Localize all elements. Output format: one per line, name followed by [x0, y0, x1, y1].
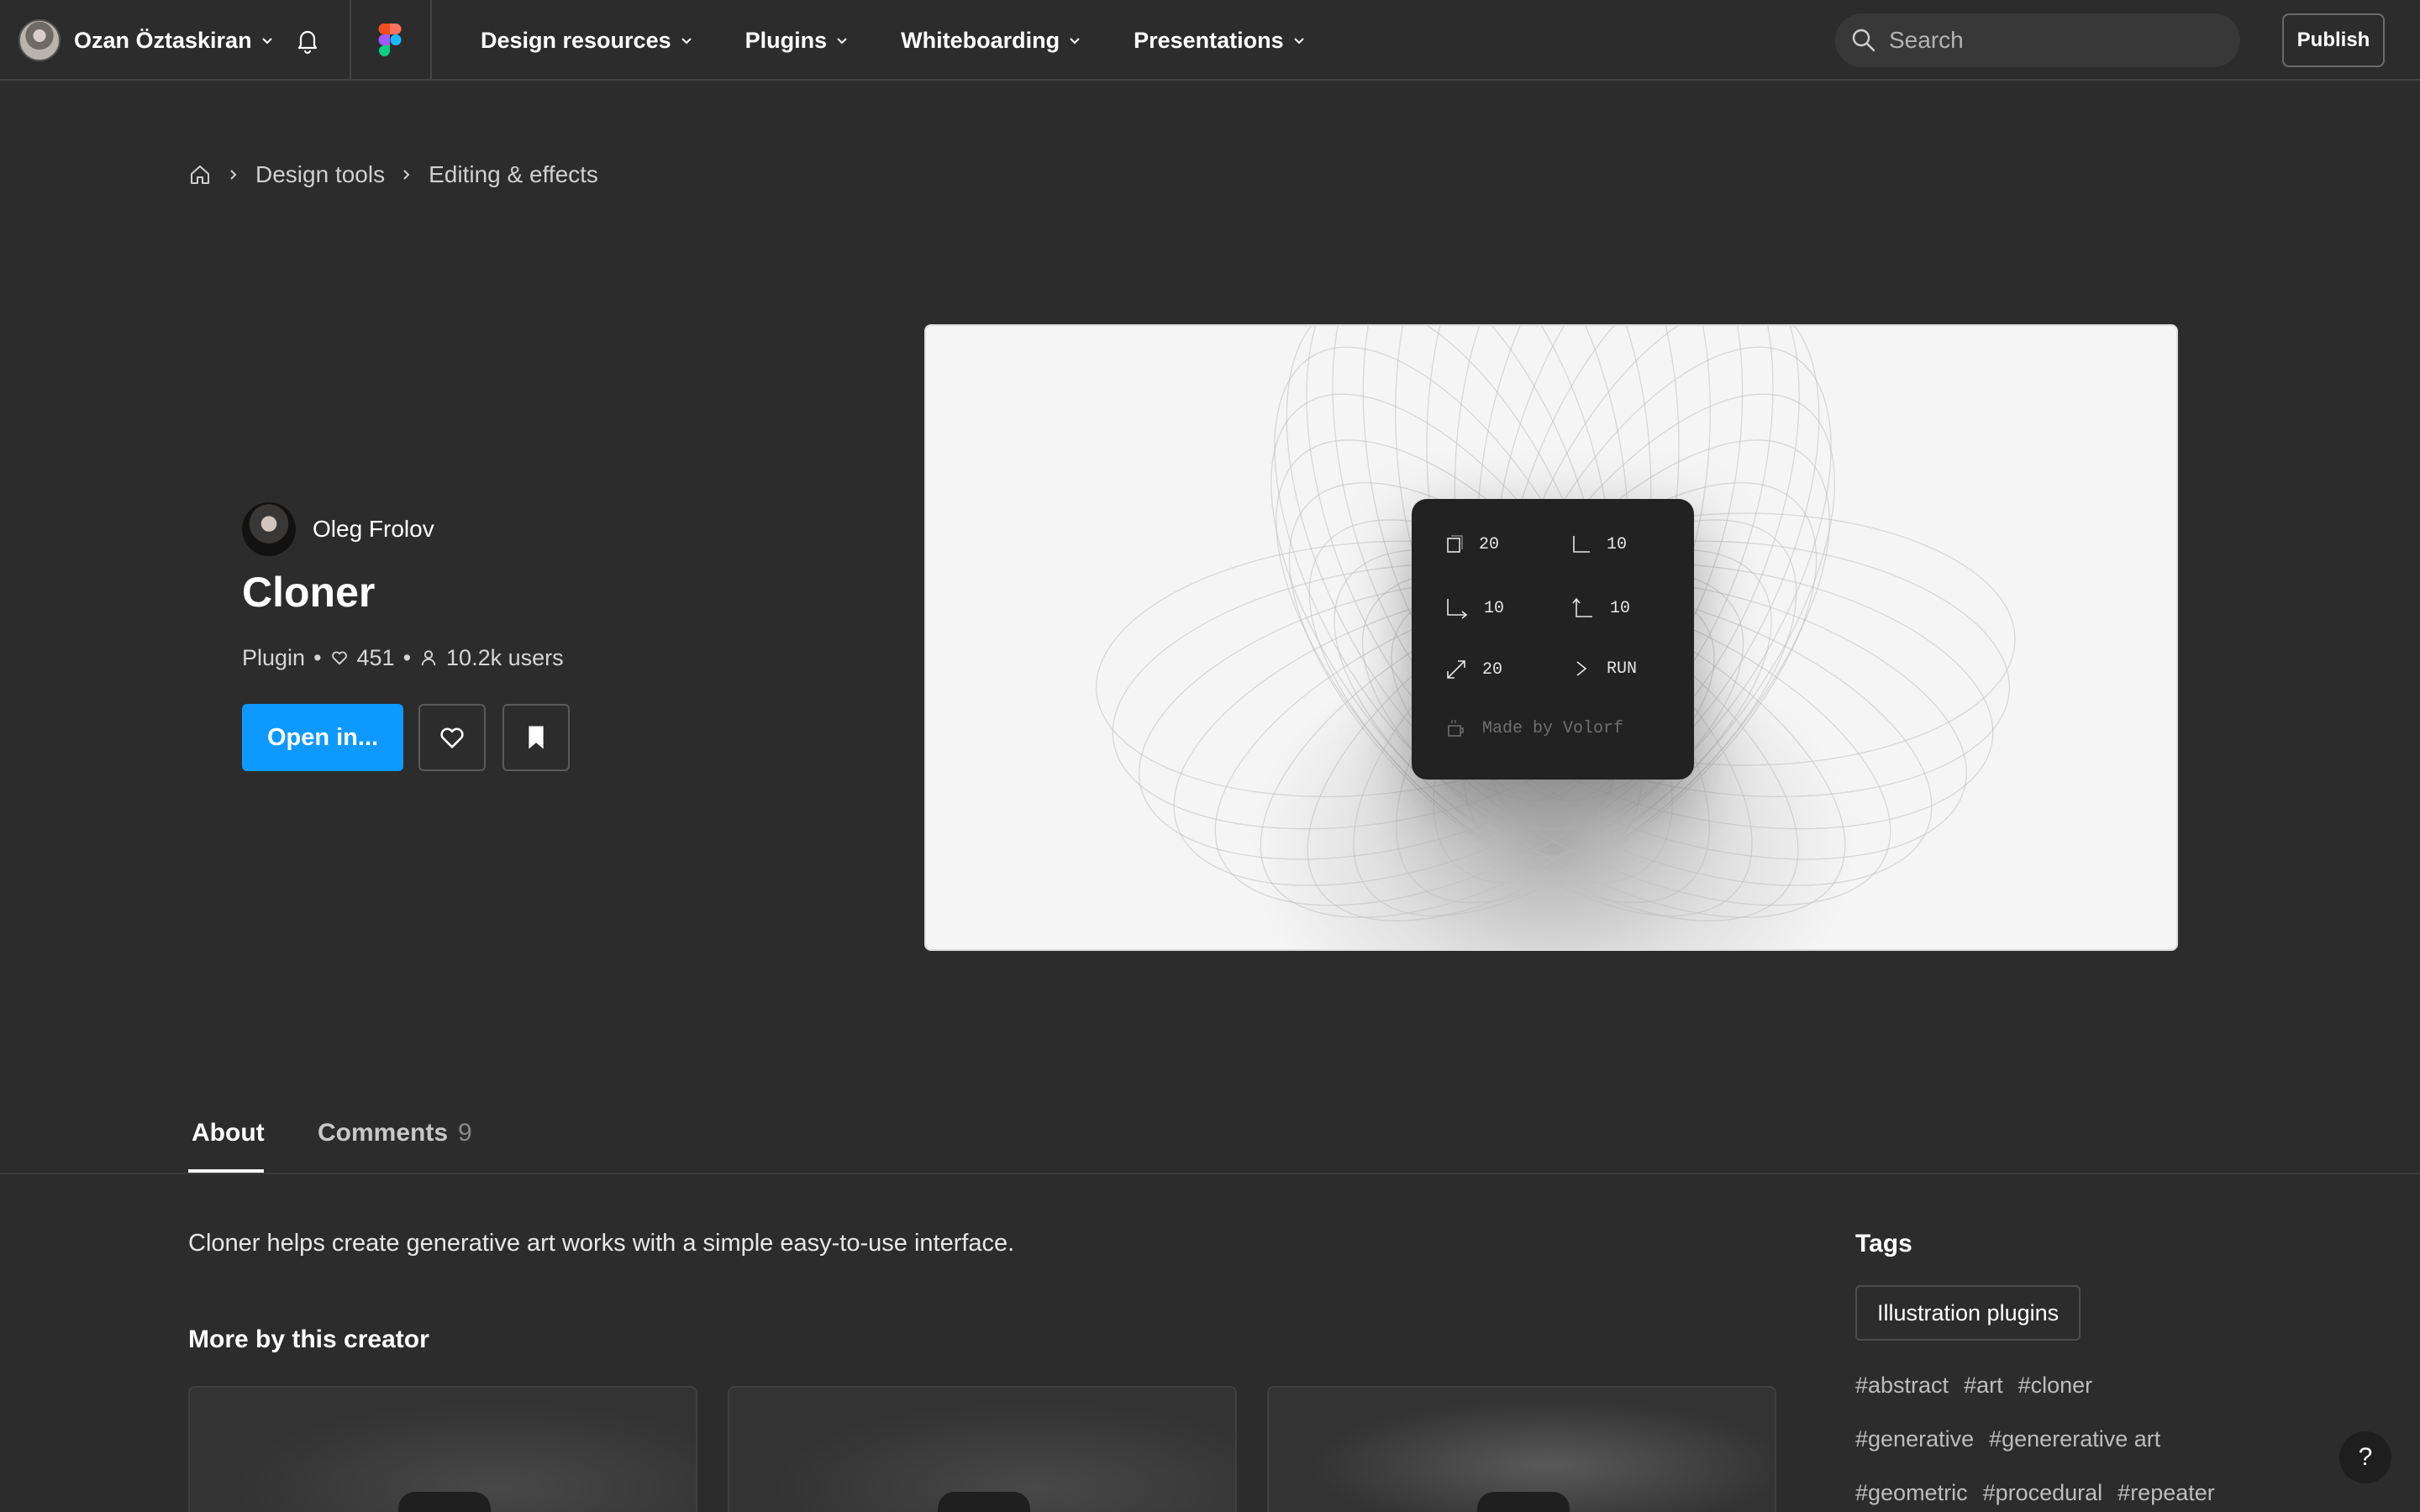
card-thumbnail-panel: [398, 1492, 491, 1512]
chevron-right-icon: [403, 170, 410, 180]
chevron-down-icon: [261, 38, 272, 45]
bookmark-button[interactable]: [502, 704, 570, 771]
run-button[interactable]: RUN: [1571, 659, 1637, 679]
content-tabs: About Comments 9: [0, 1095, 2420, 1174]
hashtag-link[interactable]: #generative: [1855, 1426, 1974, 1452]
tags-title: Tags: [1855, 1230, 1912, 1257]
chevron-right-icon: [230, 170, 237, 180]
hashtag-link[interactable]: #art: [1964, 1373, 2003, 1399]
made-by-credit[interactable]: Made by Volorf: [1445, 717, 1623, 739]
user-icon: [421, 650, 436, 666]
breadcrumb-editing-effects[interactable]: Editing & effects: [429, 161, 598, 188]
hashtag-link[interactable]: #procedural: [1983, 1480, 2103, 1506]
separator-dot: •: [313, 644, 322, 670]
scale-control[interactable]: 20: [1445, 659, 1502, 680]
bell-icon[interactable]: [292, 25, 323, 55]
nav-divider: [350, 0, 351, 81]
hashtag-link[interactable]: #geometric: [1855, 1480, 1968, 1506]
offset-x-control[interactable]: 10: [1445, 596, 1504, 620]
plugin-meta: Plugin • 451 • 10.2k users: [242, 642, 564, 674]
chevron-down-icon: [681, 38, 692, 45]
search-box[interactable]: [1835, 13, 2240, 67]
play-chevron-icon: [1576, 661, 1587, 676]
angle-control[interactable]: 10: [1571, 534, 1627, 554]
menu-plugins[interactable]: Plugins: [745, 28, 850, 54]
creator-resource-card[interactable]: [188, 1386, 697, 1512]
plugin-title: Cloner: [242, 569, 376, 616]
heart-icon: [331, 651, 347, 665]
breadcrumb-design-tools[interactable]: Design tools: [255, 161, 385, 188]
tab-comments[interactable]: Comments 9: [318, 1119, 472, 1147]
creator-resource-card[interactable]: [728, 1386, 1237, 1512]
main-menu: Design resources Plugins Whiteboarding P…: [481, 0, 1358, 81]
hashtag-link[interactable]: #genererative art: [1989, 1426, 2160, 1452]
figma-logo-icon[interactable]: [378, 24, 402, 57]
comments-count: 9: [458, 1119, 472, 1147]
active-tab-indicator: [188, 1169, 264, 1173]
hashtag-row: #abstract #art #cloner: [1855, 1373, 2107, 1399]
user-avatar: [18, 19, 60, 61]
angle-icon: [1573, 536, 1590, 553]
search-input[interactable]: [1889, 27, 2208, 54]
like-button[interactable]: [418, 704, 486, 771]
creator-resource-card[interactable]: [1267, 1386, 1776, 1512]
copies-icon: [1447, 535, 1463, 553]
publish-button[interactable]: Publish: [2282, 13, 2385, 67]
menu-whiteboarding[interactable]: Whiteboarding: [901, 28, 1081, 54]
plugin-type: Plugin: [242, 644, 306, 670]
hashtag-link[interactable]: #abstract: [1855, 1373, 1949, 1399]
category-tag-chip[interactable]: Illustration plugins: [1855, 1285, 2081, 1341]
hashtag-link[interactable]: #repeater: [2118, 1480, 2215, 1506]
top-nav: Ozan Öztaskiran Design resources Plugins…: [0, 0, 2420, 81]
hashtag-link[interactable]: #cloner: [2018, 1373, 2093, 1399]
user-name: Ozan Öztaskiran: [74, 27, 252, 53]
expand-icon: [1447, 660, 1465, 679]
users-count: 10.2k users: [446, 644, 564, 670]
card-thumbnail-panel: [1477, 1492, 1570, 1512]
nav-divider: [430, 0, 432, 81]
likes-count: 451: [356, 644, 395, 670]
hashtag-row: #generative #genererative art: [1855, 1426, 2175, 1452]
hashtag-row: #geometric #procedural #repeater: [1855, 1480, 2230, 1506]
count-control[interactable]: 20: [1445, 534, 1499, 554]
chevron-down-icon: [1293, 38, 1304, 45]
cloner-controls-panel: 20 10 10 10 20 RUN Made by Volorf: [1412, 499, 1694, 780]
creator-link[interactable]: Oleg Frolov: [242, 502, 434, 556]
offset-y-control[interactable]: 10: [1571, 596, 1630, 620]
plugin-preview-image: 20 10 10 10 20 RUN Made by Volorf: [924, 324, 2178, 951]
chevron-down-icon: [837, 38, 847, 45]
chevron-down-icon: [1070, 38, 1080, 45]
arrow-right-icon: [1447, 599, 1468, 619]
help-button[interactable]: ?: [2339, 1431, 2391, 1483]
bookmark-icon: [529, 726, 544, 749]
coffee-cup-icon: [1448, 720, 1464, 737]
open-in-button[interactable]: Open in...: [242, 704, 403, 771]
breadcrumb: Design tools Editing & effects: [188, 158, 598, 192]
menu-design-resources[interactable]: Design resources: [481, 28, 693, 54]
menu-presentations[interactable]: Presentations: [1134, 28, 1306, 54]
card-thumbnail-panel: [938, 1492, 1030, 1512]
plugin-description: Cloner helps create generative art works…: [188, 1230, 1015, 1257]
tab-about[interactable]: About: [192, 1119, 265, 1147]
user-menu[interactable]: Ozan Öztaskiran: [18, 18, 274, 62]
home-icon[interactable]: [188, 163, 212, 186]
creator-avatar: [242, 502, 296, 556]
heart-icon: [440, 727, 464, 748]
creator-name: Oleg Frolov: [313, 516, 434, 542]
separator-dot: •: [402, 644, 412, 670]
more-by-creator-title: More by this creator: [188, 1326, 429, 1353]
arrow-up-icon: [1572, 597, 1592, 617]
search-icon: [1852, 29, 1876, 52]
